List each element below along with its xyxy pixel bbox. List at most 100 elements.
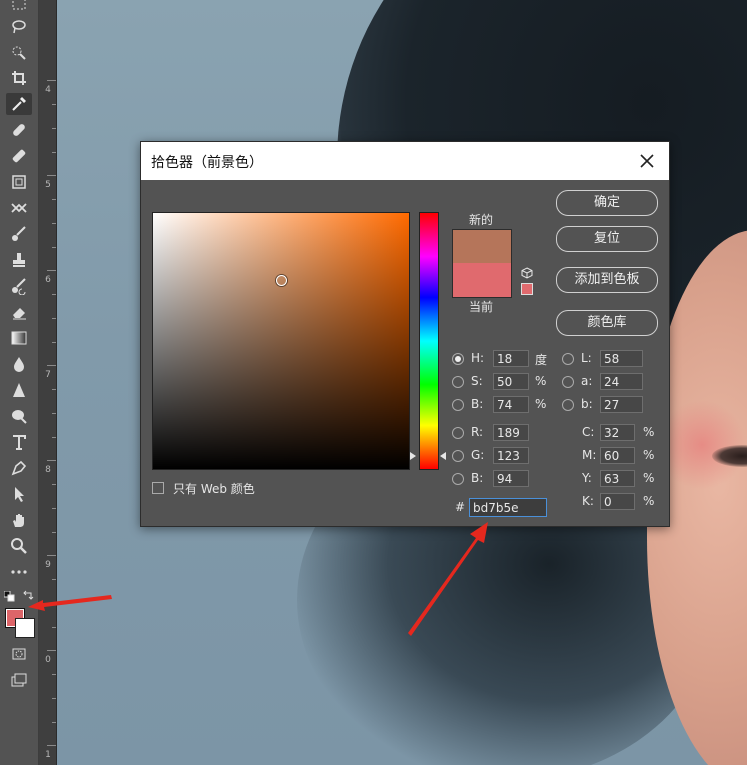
blue-label: B: xyxy=(471,471,484,485)
sharpen-tool-icon[interactable] xyxy=(6,379,32,401)
color-picker-dialog: 拾色器（前景色） 新的 当前 确定 复位 添加到色板 颜色库 H: 18 度 S… xyxy=(140,141,670,527)
current-color-swatch[interactable] xyxy=(452,263,512,298)
lab-l-input[interactable]: 58 xyxy=(600,350,643,367)
brightness-label: B: xyxy=(471,397,484,411)
hue-slider[interactable] xyxy=(419,212,439,470)
type-tool-icon[interactable] xyxy=(6,431,32,453)
ruler-label: 8 xyxy=(45,465,51,475)
marquee-tool-icon[interactable] xyxy=(6,0,32,16)
saturation-radio[interactable] xyxy=(452,376,464,388)
ok-button[interactable]: 确定 xyxy=(556,190,658,216)
green-label: G: xyxy=(471,448,485,462)
lab-b-label: b: xyxy=(581,397,593,411)
cyan-input[interactable]: 32 xyxy=(600,424,635,441)
dialog-title-bar[interactable]: 拾色器（前景色） xyxy=(141,142,669,180)
web-safe-color-swatch[interactable] xyxy=(521,283,533,295)
brightness-radio[interactable] xyxy=(452,399,464,411)
green-radio[interactable] xyxy=(452,450,464,462)
cyan-label: C: xyxy=(582,425,595,439)
black-unit: % xyxy=(643,494,655,508)
default-colors-icon[interactable] xyxy=(3,590,16,603)
saturation-label: S: xyxy=(471,374,483,388)
red-radio[interactable] xyxy=(452,427,464,439)
lab-l-radio[interactable] xyxy=(562,353,574,365)
blue-radio[interactable] xyxy=(452,473,464,485)
crop-tool-icon[interactable] xyxy=(6,67,32,89)
eyedropper-tool-icon[interactable] xyxy=(6,93,32,115)
saturation-input[interactable]: 50 xyxy=(493,373,529,390)
clone-stamp-tool-icon[interactable] xyxy=(6,249,32,271)
new-color-swatch xyxy=(452,229,512,264)
hue-unit: 度 xyxy=(535,353,548,367)
only-web-colors-checkbox[interactable] xyxy=(152,482,164,494)
pen-tool-icon[interactable] xyxy=(6,457,32,479)
saturation-unit: % xyxy=(535,374,547,388)
red-input[interactable]: 189 xyxy=(493,424,529,441)
hue-input[interactable]: 18 xyxy=(493,350,529,367)
lab-a-label: a: xyxy=(581,374,593,388)
swap-colors-icon[interactable] xyxy=(22,589,34,601)
lab-b-input[interactable]: 27 xyxy=(600,396,643,413)
dodge-tool-icon[interactable] xyxy=(6,405,32,427)
brush-tool-icon[interactable] xyxy=(6,223,32,245)
color-picker-cursor[interactable] xyxy=(276,274,287,286)
path-select-tool-icon[interactable] xyxy=(6,483,32,505)
red-label: R: xyxy=(471,425,484,439)
lab-a-input[interactable]: 24 xyxy=(600,373,643,390)
hue-radio[interactable] xyxy=(452,353,464,365)
frame-tool-icon[interactable] xyxy=(6,171,32,193)
lab-l-label: L: xyxy=(581,351,592,365)
quick-mask-icon[interactable] xyxy=(6,643,32,665)
blue-input[interactable]: 94 xyxy=(493,470,529,487)
history-brush-tool-icon[interactable] xyxy=(6,275,32,297)
ruler-label: 9 xyxy=(45,560,51,570)
brightness-input[interactable]: 74 xyxy=(493,396,529,413)
magenta-input[interactable]: 60 xyxy=(600,447,635,464)
yellow-input[interactable]: 63 xyxy=(600,470,635,487)
ruler-label: 0 xyxy=(45,655,51,665)
healing-brush-tool-icon[interactable] xyxy=(6,119,32,141)
reset-button[interactable]: 复位 xyxy=(556,226,658,252)
only-web-colors-label: 只有 Web 颜色 xyxy=(173,482,255,496)
ruler-label: 4 xyxy=(45,85,51,95)
zoom-tool-icon[interactable] xyxy=(6,535,32,557)
ruler-label: 7 xyxy=(45,370,51,380)
lasso-tool-icon[interactable] xyxy=(6,16,32,38)
magenta-label: M: xyxy=(582,448,597,462)
gradient-tool-icon[interactable] xyxy=(6,327,32,349)
current-color-label: 当前 xyxy=(468,300,493,314)
lab-a-radio[interactable] xyxy=(562,376,574,388)
ruler-label: 6 xyxy=(45,275,51,285)
tool-bar xyxy=(0,0,39,765)
green-input[interactable]: 123 xyxy=(493,447,529,464)
yellow-unit: % xyxy=(643,471,655,485)
cyan-unit: % xyxy=(643,425,655,439)
patch-tool-icon[interactable] xyxy=(6,145,32,167)
more-tools-icon[interactable] xyxy=(6,561,32,583)
lab-b-radio[interactable] xyxy=(562,399,574,411)
quick-select-tool-icon[interactable] xyxy=(6,42,32,64)
hue-slider-left-arrow-icon[interactable] xyxy=(410,452,416,461)
hex-input[interactable]: bd7b5e xyxy=(469,498,547,517)
eraser-tool-icon[interactable] xyxy=(6,301,32,323)
hand-tool-icon[interactable] xyxy=(6,509,32,531)
color-libraries-button[interactable]: 颜色库 xyxy=(556,310,658,336)
vertical-ruler: 4 5 6 7 8 9 0 1 xyxy=(39,0,57,765)
ruler-label: 1 xyxy=(45,750,51,760)
content-aware-move-tool-icon[interactable] xyxy=(6,197,32,219)
ruler-label: 5 xyxy=(45,180,51,190)
saturation-brightness-field[interactable] xyxy=(152,212,410,470)
black-label: K: xyxy=(582,494,594,508)
background-color-swatch[interactable] xyxy=(15,618,35,638)
screen-mode-icon[interactable] xyxy=(6,669,32,691)
blur-tool-icon[interactable] xyxy=(6,353,32,375)
add-to-swatches-button[interactable]: 添加到色板 xyxy=(556,267,658,293)
hex-label: # xyxy=(455,500,466,514)
magenta-unit: % xyxy=(643,448,655,462)
hue-slider-right-arrow-icon[interactable] xyxy=(440,452,446,461)
brightness-unit: % xyxy=(535,397,547,411)
web-safe-cube-icon[interactable] xyxy=(521,267,533,279)
new-color-label: 新的 xyxy=(468,213,493,227)
close-icon[interactable] xyxy=(637,151,657,171)
black-input[interactable]: 0 xyxy=(600,493,635,510)
